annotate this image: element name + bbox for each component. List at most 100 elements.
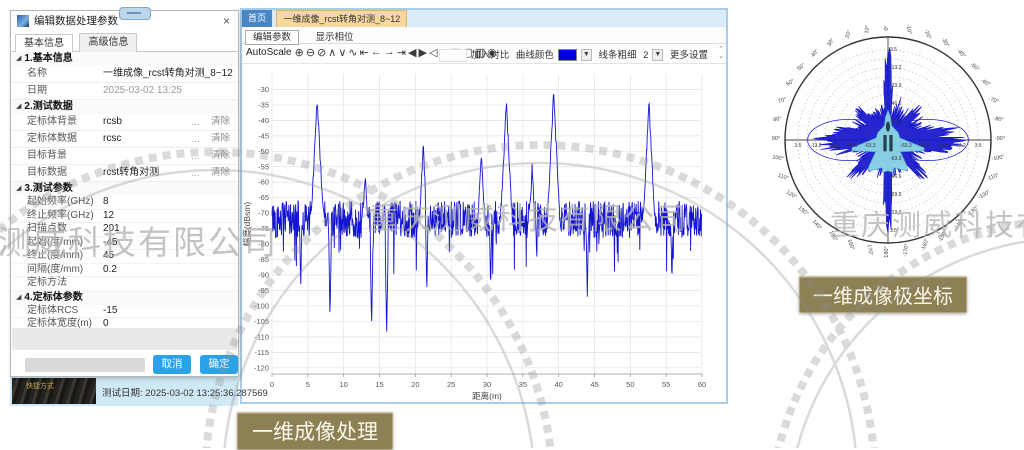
param-label: 定标体RCS xyxy=(27,305,78,318)
more-settings-button[interactable]: 更多设置 xyxy=(670,50,708,61)
clear-button[interactable]: 清除 xyxy=(211,165,230,181)
section-header[interactable]: ◢1.基本信息 xyxy=(11,52,238,66)
section-header[interactable]: ◢2.测试数据 xyxy=(11,100,238,114)
tab-basic-info[interactable]: 基本信息 xyxy=(15,34,73,54)
param-value[interactable]: -45 xyxy=(103,237,117,250)
step-last-icon[interactable]: ⇥ xyxy=(397,46,406,59)
clear-button[interactable]: 清除 xyxy=(211,148,230,164)
param-value[interactable]: 2025-03-02 13:25 xyxy=(103,83,182,99)
show-phase-button[interactable]: 显示相位 xyxy=(308,31,360,44)
clear-button[interactable]: 清除 xyxy=(211,131,230,147)
toolbar-field[interactable] xyxy=(439,49,467,62)
param-value[interactable]: 45 xyxy=(103,250,114,263)
dialog-footer-band xyxy=(12,328,237,350)
browse-dots-icon[interactable]: … xyxy=(191,131,200,147)
polar-rcs-chart[interactable]: 0°180°10°20°30°40°50°60°70°80°90°100°110… xyxy=(770,8,1024,278)
cancel-button[interactable]: 取消 xyxy=(153,355,191,374)
step-back-icon[interactable]: ← xyxy=(371,46,382,58)
expander-icon[interactable]: ◢ xyxy=(16,291,21,305)
drag-handle[interactable] xyxy=(119,7,151,20)
tab-home[interactable]: 首页 xyxy=(242,10,272,27)
svg-text:-40°: -40° xyxy=(955,48,966,60)
svg-text:-13.2: -13.2 xyxy=(810,143,822,149)
svg-text:-70°: -70° xyxy=(988,96,1000,105)
browse-dots-icon[interactable]: … xyxy=(191,165,200,181)
param-value[interactable]: 201 xyxy=(103,223,120,236)
zoom-in-icon[interactable]: ⊕ xyxy=(295,46,304,59)
svg-text:110°: 110° xyxy=(777,173,789,182)
autoscale-button[interactable]: AutoScale xyxy=(246,47,292,58)
tab-imaging-result[interactable]: 一维成像_rcst转角对测_8~12 xyxy=(276,10,407,27)
clear-button[interactable]: 清除 xyxy=(211,114,230,130)
svg-text:-160°: -160° xyxy=(920,238,930,252)
app-icon xyxy=(17,15,29,27)
expander-icon[interactable]: ◢ xyxy=(16,182,21,196)
param-value[interactable]: 0.2 xyxy=(103,264,117,277)
section-header[interactable]: ◢3.测试参数 xyxy=(11,182,238,196)
processing-caption-badge: 一维成像处理 xyxy=(237,412,393,450)
dialog-tabs: 基本信息 高级信息 xyxy=(11,32,238,52)
param-row: 定标体背景rcsb…清除 xyxy=(11,114,238,131)
tab-advanced-info[interactable]: 高级信息 xyxy=(79,33,137,52)
param-value[interactable]: rcsc xyxy=(103,131,121,147)
section-header[interactable]: ◢4.定标体参数 xyxy=(11,291,238,305)
param-value[interactable]: rcst转角对测 xyxy=(103,165,159,181)
svg-text:70°: 70° xyxy=(778,97,788,105)
svg-text:-40: -40 xyxy=(258,116,269,125)
curve-color-swatch[interactable] xyxy=(558,49,577,61)
toolbar-scroll[interactable]: ⌃⌄ xyxy=(718,46,724,60)
test-thumbnail[interactable]: 快捷方式 xyxy=(12,378,96,404)
svg-text:-46.6: -46.6 xyxy=(846,143,858,149)
svg-text:20: 20 xyxy=(411,380,419,389)
param-label: 起始(度/mm) xyxy=(27,237,83,250)
line-width-value[interactable]: 2 xyxy=(643,50,648,61)
step-first-icon[interactable]: ⇤ xyxy=(360,46,369,59)
svg-text:-150°: -150° xyxy=(937,229,949,243)
param-label: 起始频率(GHz) xyxy=(27,196,94,209)
trace-prev-icon[interactable]: ◁ xyxy=(429,46,437,59)
param-value[interactable]: 12 xyxy=(103,210,114,223)
peak-down-icon[interactable]: ∨ xyxy=(338,46,346,59)
svg-text:-46.6: -46.6 xyxy=(890,174,902,180)
param-row: 终止频率(GHz)12 xyxy=(11,210,238,224)
trace-icon[interactable]: ∿ xyxy=(348,46,357,59)
edit-params-dialog: 编辑数据处理参数 × 基本信息 高级信息 ◢1.基本信息名称一维成像_rcst转… xyxy=(10,10,239,377)
edit-params-button[interactable]: 编辑参数 xyxy=(245,30,299,45)
step-forward-icon[interactable]: → xyxy=(384,46,395,58)
svg-text:100°: 100° xyxy=(772,154,784,162)
range-profile-chart[interactable]: 051015202530354045505560-30-35-40-45-50-… xyxy=(242,64,722,414)
peak-up-icon[interactable]: ∧ xyxy=(328,46,336,59)
browse-dots-icon[interactable]: … xyxy=(191,114,200,130)
svg-text:-46.6: -46.6 xyxy=(918,143,930,149)
line-width-dropdown-icon[interactable]: ▼ xyxy=(652,49,663,61)
param-label: 目标背景 xyxy=(27,148,67,164)
svg-text:-80°: -80° xyxy=(993,116,1004,124)
curve-color-dropdown-icon[interactable]: ▼ xyxy=(581,49,592,61)
browse-dots-icon[interactable]: … xyxy=(191,148,200,164)
chart-toolbar: AutoScale⊕⊖⊘∧∨∿⇤←→⇥◀▶◁▷▤▢▥◉ 加入对比 曲线颜色▼ 线… xyxy=(242,44,726,64)
add-compare-button[interactable]: 加入对比 xyxy=(471,50,509,61)
expander-icon[interactable]: ◢ xyxy=(16,52,21,66)
zoom-reset-icon[interactable]: ⊘ xyxy=(317,46,326,59)
zoom-out-icon[interactable]: ⊖ xyxy=(306,46,315,59)
param-value[interactable]: 8 xyxy=(103,196,109,209)
param-row: 定标体数据rcsc…清除 xyxy=(11,131,238,148)
svg-text:130°: 130° xyxy=(797,205,810,217)
svg-text:-100: -100 xyxy=(254,301,269,310)
marker-prev-icon[interactable]: ◀ xyxy=(408,46,416,59)
param-row: 目标数据rcst转角对测…清除 xyxy=(11,165,238,182)
svg-text:-95: -95 xyxy=(258,286,269,295)
marker-next-icon[interactable]: ▶ xyxy=(419,46,427,59)
param-value[interactable]: rcsb xyxy=(103,114,122,130)
ok-button[interactable]: 确定 xyxy=(200,355,238,374)
svg-text:-46.6: -46.6 xyxy=(890,101,902,107)
param-row: 定标方法 xyxy=(11,277,238,291)
param-value[interactable]: -15 xyxy=(103,305,117,318)
param-value[interactable]: 一维成像_rcst转角对测_8~12 xyxy=(103,66,233,82)
expander-icon[interactable]: ◢ xyxy=(16,100,21,114)
svg-text:幅度(dBsm): 幅度(dBsm) xyxy=(242,202,252,247)
svg-text:60: 60 xyxy=(698,380,706,389)
param-row: 间隔(度/mm)0.2 xyxy=(11,264,238,278)
dialog-text-input[interactable] xyxy=(25,358,145,372)
close-icon[interactable]: × xyxy=(223,11,230,32)
